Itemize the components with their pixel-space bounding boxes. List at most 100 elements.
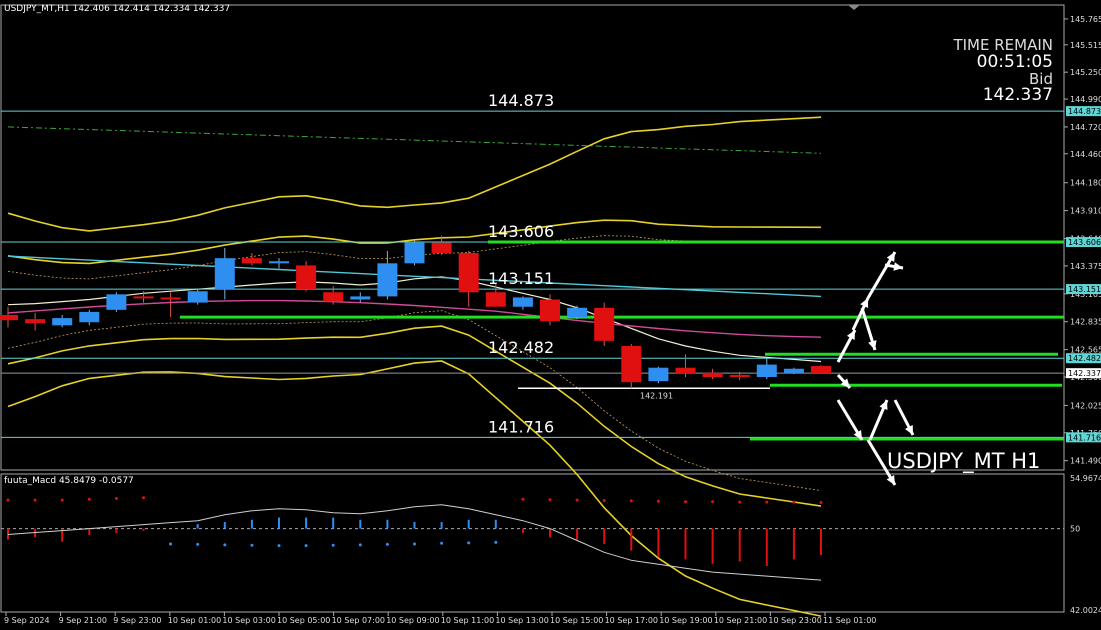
- candle-body: [431, 242, 452, 253]
- macd-signal-dot: [304, 544, 308, 548]
- macd-signal-dot: [385, 542, 389, 546]
- candle-body: [0, 315, 18, 321]
- dotted-band-lower: [7, 310, 822, 491]
- macd-header: fuuta_Macd 45.8479 -0.0577: [4, 476, 134, 486]
- shift-marker-icon: [848, 5, 860, 10]
- candle-body: [52, 318, 73, 326]
- level-price-tag-text: 143.151: [1068, 285, 1101, 294]
- level-label: 143.151: [488, 269, 554, 288]
- price-axis-label: 144.990: [1070, 95, 1101, 104]
- candle-body: [811, 366, 831, 374]
- candle-body: [350, 296, 371, 300]
- price-axis-label: 144.720: [1070, 123, 1101, 132]
- macd-label: fuuta_Macd: [4, 476, 57, 486]
- time-axis-label: 10 Sep 03:00: [222, 616, 275, 625]
- time-axis-label: 11 Sep 01:00: [823, 616, 876, 625]
- time-axis-label: 10 Sep 13:00: [495, 616, 548, 625]
- macd-signal-dot: [6, 498, 10, 502]
- price-axis-label: 144.180: [1070, 179, 1101, 188]
- macd-signal-dot: [819, 500, 823, 504]
- macd-signal-dot: [494, 540, 498, 544]
- symbol-header: USDJPY_MT,H1 142.406 142.414 142.334 142…: [4, 4, 230, 14]
- macd-axis-label: 50: [1070, 525, 1080, 534]
- price-axis-label: 145.250: [1070, 68, 1101, 77]
- time-axis-label: 10 Sep 23:00: [768, 616, 821, 625]
- current-price-tag-text: 142.337: [1068, 369, 1101, 378]
- time-axis-label: 10 Sep 19:00: [659, 616, 712, 625]
- macd-signal-dot: [548, 498, 552, 502]
- candle-body: [512, 297, 533, 307]
- macd-signal-dot: [440, 541, 444, 545]
- time-axis-label: 10 Sep 01:00: [168, 616, 221, 625]
- macd-signal-dot: [575, 498, 579, 502]
- time-axis-label: 10 Sep 21:00: [714, 616, 767, 625]
- price-axis-label: 143.910: [1070, 207, 1101, 216]
- candle-body: [323, 292, 344, 302]
- level-label: 141.716: [488, 417, 554, 436]
- candle-body: [377, 263, 398, 297]
- time-axis-label: 10 Sep 09:00: [386, 616, 439, 625]
- macd-signal-dot: [765, 500, 769, 504]
- macd-frame: [0, 473, 1065, 613]
- symbol-info: USDJPY_MT,H1: [4, 4, 70, 14]
- macd-signal-dot: [142, 496, 145, 500]
- candle-body: [296, 265, 317, 290]
- candle-body: [621, 346, 642, 383]
- macd-value2: -0.0577: [99, 476, 134, 486]
- macd-signal-dot: [521, 497, 525, 501]
- macd-signal-dot: [602, 498, 606, 502]
- macd-signal-dot: [87, 497, 91, 501]
- candle-body: [648, 367, 669, 382]
- macd-signal-dot: [358, 543, 362, 547]
- time-remain-value: 00:51:05: [976, 51, 1053, 72]
- candle-body: [214, 258, 235, 290]
- candle-body: [729, 374, 750, 377]
- candle-body: [269, 261, 289, 264]
- time-remain-panel: TIME REMAIN 00:51:05 Bid 142.337: [953, 37, 1053, 106]
- level-label: 142.482: [488, 338, 554, 357]
- bid-value: 142.337: [982, 85, 1053, 106]
- ohlc-values: 142.406 142.414 142.334 142.337: [72, 4, 231, 14]
- time-axis-label: 9 Sep 2024: [4, 616, 50, 625]
- macd-axis-label: 54.9674: [1070, 474, 1101, 483]
- time-axis-label: 10 Sep 15:00: [550, 616, 603, 625]
- price-axis-label: 143.375: [1070, 262, 1101, 271]
- macd-signal-dot: [413, 542, 416, 546]
- candle-body: [594, 307, 615, 341]
- level-label: 144.873: [488, 91, 554, 110]
- price-axis-label: 145.515: [1070, 41, 1101, 50]
- candle-body: [133, 296, 154, 299]
- watermark-symbol: USDJPY_MT H1: [887, 449, 1040, 474]
- level-price-tag-text: 143.606: [1068, 238, 1101, 247]
- candle-body: [702, 372, 723, 377]
- time-axis-label: 10 Sep 05:00: [277, 616, 330, 625]
- macd-signal-dot: [738, 500, 742, 504]
- candle-body: [675, 367, 696, 374]
- level-label: 143.606: [488, 222, 554, 241]
- macd-signal-dot: [33, 498, 37, 502]
- time-axis-label: 9 Sep 23:00: [113, 616, 161, 625]
- macd-signal-dot: [467, 541, 471, 545]
- candle-body: [241, 258, 262, 264]
- macd-signal-dot: [711, 500, 715, 504]
- macd-signal-dot: [277, 544, 281, 548]
- chart-window[interactable]: 145.765 145.515 145.250 144.990 144.720 144.4…: [0, 0, 1101, 630]
- macd-signal-dot: [196, 542, 200, 546]
- price-chart[interactable]: 145.765 145.515 145.250 144.990 144.720 144.4…: [0, 0, 1101, 630]
- level-price-tag-text: 144.873: [1068, 107, 1101, 116]
- level-price-tag-text: 142.482: [1068, 354, 1101, 363]
- macd-value1: 45.8479: [58, 476, 97, 486]
- candle-body: [25, 319, 46, 324]
- candle-body: [756, 364, 777, 377]
- candle-body: [540, 299, 560, 322]
- macd-signal-dot: [629, 499, 633, 503]
- candle-body: [485, 292, 506, 307]
- time-axis-label: 10 Sep 07:00: [332, 616, 385, 625]
- macd-signal-dot: [114, 496, 118, 500]
- long-ma-line: [7, 126, 822, 154]
- price-axis-label: 141.490: [1070, 457, 1101, 466]
- candle-body: [160, 297, 181, 300]
- candle-body: [404, 242, 425, 264]
- magenta-ma-line: [7, 299, 822, 338]
- macd-signal-dot: [169, 542, 173, 546]
